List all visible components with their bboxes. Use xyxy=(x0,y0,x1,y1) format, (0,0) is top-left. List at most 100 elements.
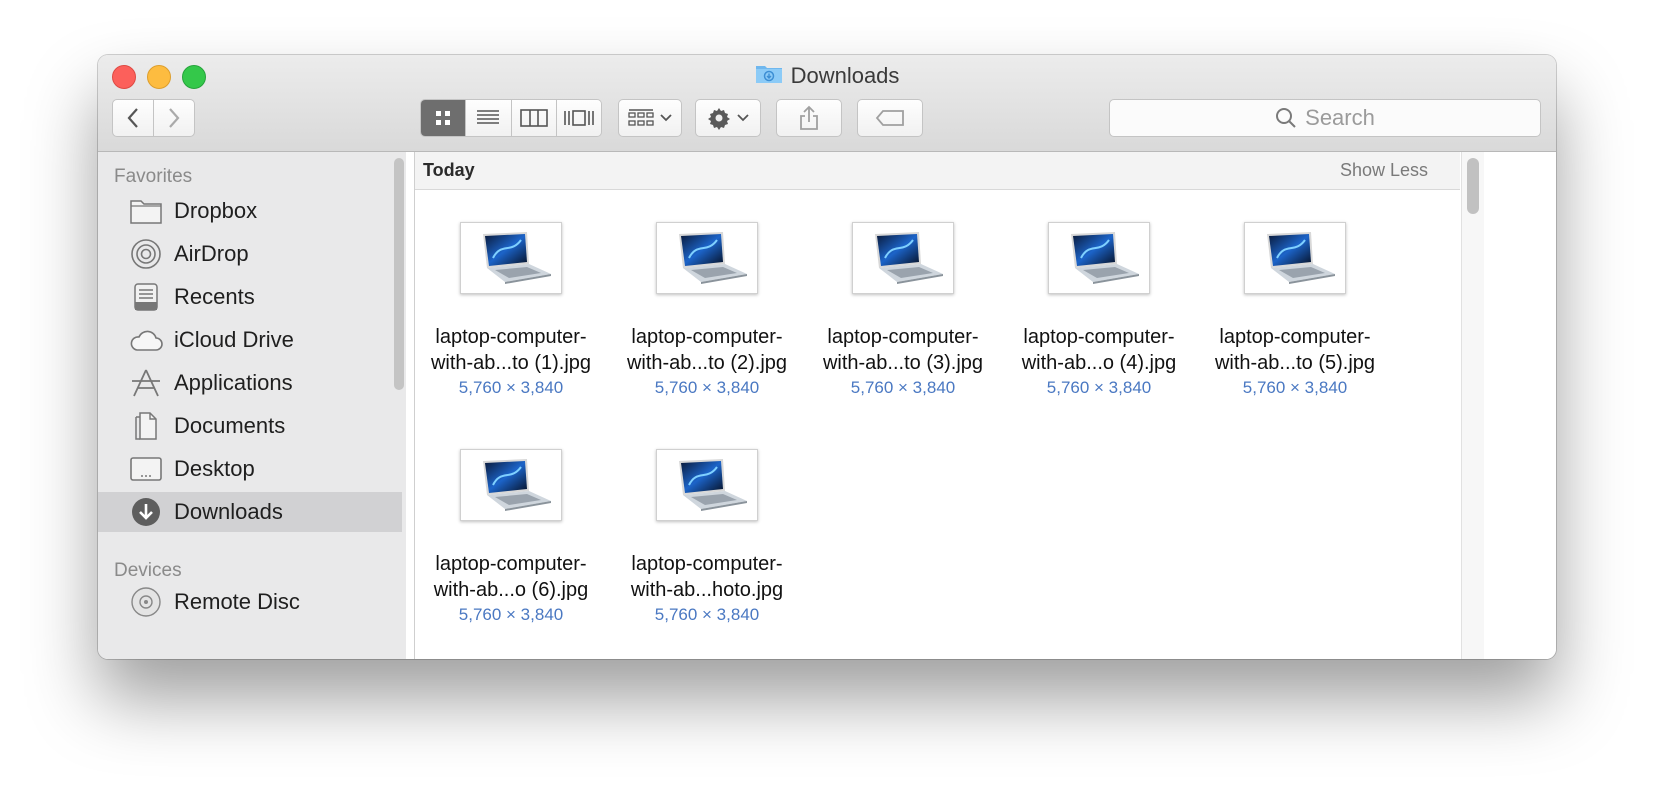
sidebar-item-downloads[interactable]: Downloads xyxy=(98,492,402,532)
sidebar-item-label: Documents xyxy=(174,413,286,438)
favorites-heading: Favorites xyxy=(114,166,193,187)
icon-grid-icon xyxy=(436,111,451,125)
group-grid-icon xyxy=(628,109,654,126)
scrollbar-track xyxy=(1461,152,1484,659)
file-dimensions: 5,760 × 3,840 xyxy=(1242,378,1348,397)
file-dimensions: 5,760 × 3,840 xyxy=(654,378,760,397)
sidebar-item-applications[interactable]: Applications xyxy=(98,363,402,403)
file-item[interactable]: laptop-computer-with-ab...o (4).jpg 5,76… xyxy=(1007,222,1191,399)
share-icon xyxy=(800,105,818,130)
file-name: laptop-computer-with-ab...hoto.jpg xyxy=(630,553,784,601)
laptop-image-icon xyxy=(483,232,551,284)
view-mode-control xyxy=(420,99,602,137)
chevron-down-icon xyxy=(737,114,749,122)
laptop-image-icon xyxy=(679,459,747,511)
search-field[interactable]: Search xyxy=(1109,99,1541,137)
file-name: laptop-computer-with-ab...to (3).jpg xyxy=(822,326,984,374)
window-title-text: Downloads xyxy=(790,63,900,88)
file-item[interactable]: laptop-computer-with-ab...to (1).jpg 5,7… xyxy=(419,222,603,399)
file-dimensions: 5,760 × 3,840 xyxy=(654,605,760,624)
applications-icon xyxy=(128,367,164,399)
file-dimensions: 5,760 × 3,840 xyxy=(1046,378,1152,397)
list-icon xyxy=(477,110,500,124)
group-header: Today Show Less xyxy=(415,152,1460,190)
file-name: laptop-computer-with-ab...to (1).jpg xyxy=(430,326,592,374)
file-item[interactable]: laptop-computer-with-ab...to (2).jpg 5,7… xyxy=(615,222,799,399)
download-icon xyxy=(128,496,164,528)
downloads-folder-icon xyxy=(755,62,783,92)
sidebar-item-recents[interactable]: Recents xyxy=(98,277,402,317)
image-thumbnail xyxy=(460,222,562,294)
sidebar-item-airdrop[interactable]: AirDrop xyxy=(98,234,402,274)
forward-button[interactable] xyxy=(153,99,195,137)
share-button[interactable] xyxy=(776,99,842,137)
columns-icon xyxy=(519,109,548,127)
group-by-button[interactable] xyxy=(618,99,682,137)
disc-icon xyxy=(128,586,164,618)
sidebar-item-label: Downloads xyxy=(174,499,283,524)
chevron-down-icon xyxy=(660,114,672,122)
folder-icon xyxy=(128,195,164,227)
content-scrollbar[interactable] xyxy=(1467,158,1479,214)
sidebar-scrollbar[interactable] xyxy=(394,158,404,390)
file-dimensions: 5,760 × 3,840 xyxy=(850,378,956,397)
cover-flow-icon xyxy=(564,110,594,126)
image-thumbnail xyxy=(1048,222,1150,294)
sidebar-item-dropbox[interactable]: Dropbox xyxy=(98,191,402,231)
file-item[interactable]: laptop-computer-with-ab...to (3).jpg 5,7… xyxy=(811,222,995,399)
search-placeholder: Search xyxy=(1305,105,1375,130)
file-item[interactable]: laptop-computer-with-ab...o (6).jpg 5,76… xyxy=(419,449,603,626)
sidebar-item-label: iCloud Drive xyxy=(174,327,294,352)
finder-window: Downloads Search Favorites Dropbox AirDr… xyxy=(98,55,1556,659)
file-dimensions: 5,760 × 3,840 xyxy=(458,378,564,397)
sidebar-item-remote-disc[interactable]: Remote Disc xyxy=(98,582,402,622)
file-name: laptop-computer-with-ab...to (2).jpg xyxy=(626,326,788,374)
laptop-image-icon xyxy=(483,459,551,511)
icon-view-button[interactable] xyxy=(421,100,467,136)
devices-heading: Devices xyxy=(114,560,182,581)
image-thumbnail xyxy=(1244,222,1346,294)
laptop-image-icon xyxy=(1267,232,1335,284)
tag-icon xyxy=(875,110,904,126)
back-button[interactable] xyxy=(112,99,154,137)
sidebar-item-label: Recents xyxy=(174,284,255,309)
show-less-button[interactable]: Show Less xyxy=(1340,160,1428,181)
action-button[interactable] xyxy=(695,99,761,137)
tags-button[interactable] xyxy=(857,99,923,137)
sidebar-item-label: Desktop xyxy=(174,456,255,481)
group-title: Today xyxy=(423,160,475,180)
chevron-right-icon xyxy=(169,108,180,128)
file-name: laptop-computer-with-ab...o (6).jpg xyxy=(433,553,589,601)
file-item[interactable]: laptop-computer-with-ab...hoto.jpg 5,760… xyxy=(615,449,799,626)
sidebar-item-label: AirDrop xyxy=(174,241,249,266)
image-thumbnail xyxy=(852,222,954,294)
file-name: laptop-computer-with-ab...to (5).jpg xyxy=(1214,326,1376,374)
sidebar-item-icloud-drive[interactable]: iCloud Drive xyxy=(98,320,402,360)
image-thumbnail xyxy=(656,222,758,294)
file-browser: Today Show Less laptop-computer-with-ab.… xyxy=(414,152,1556,659)
sidebar-item-desktop[interactable]: Desktop xyxy=(98,449,402,489)
recents-icon xyxy=(128,281,164,313)
laptop-image-icon xyxy=(1071,232,1139,284)
toolbar: Downloads Search xyxy=(98,55,1556,152)
file-item[interactable]: laptop-computer-with-ab...to (5).jpg 5,7… xyxy=(1203,222,1387,399)
column-view-button[interactable] xyxy=(511,100,557,136)
search-icon xyxy=(1276,108,1296,128)
file-name: laptop-computer-with-ab...o (4).jpg xyxy=(1021,326,1177,374)
cover-flow-view-button[interactable] xyxy=(556,100,601,136)
documents-icon xyxy=(128,410,164,442)
window-title: Downloads xyxy=(98,61,1556,91)
desktop-icon xyxy=(128,453,164,485)
airdrop-icon xyxy=(128,238,164,270)
laptop-image-icon xyxy=(679,232,747,284)
gear-icon xyxy=(708,108,730,130)
image-thumbnail xyxy=(460,449,562,521)
sidebar-item-documents[interactable]: Documents xyxy=(98,406,402,446)
sidebar-item-label: Dropbox xyxy=(174,198,258,223)
cloud-icon xyxy=(128,324,164,356)
chevron-left-icon xyxy=(127,108,138,128)
file-dimensions: 5,760 × 3,840 xyxy=(458,605,564,624)
list-view-button[interactable] xyxy=(466,100,512,136)
sidebar-item-label: Remote Disc xyxy=(174,589,300,614)
laptop-image-icon xyxy=(875,232,943,284)
